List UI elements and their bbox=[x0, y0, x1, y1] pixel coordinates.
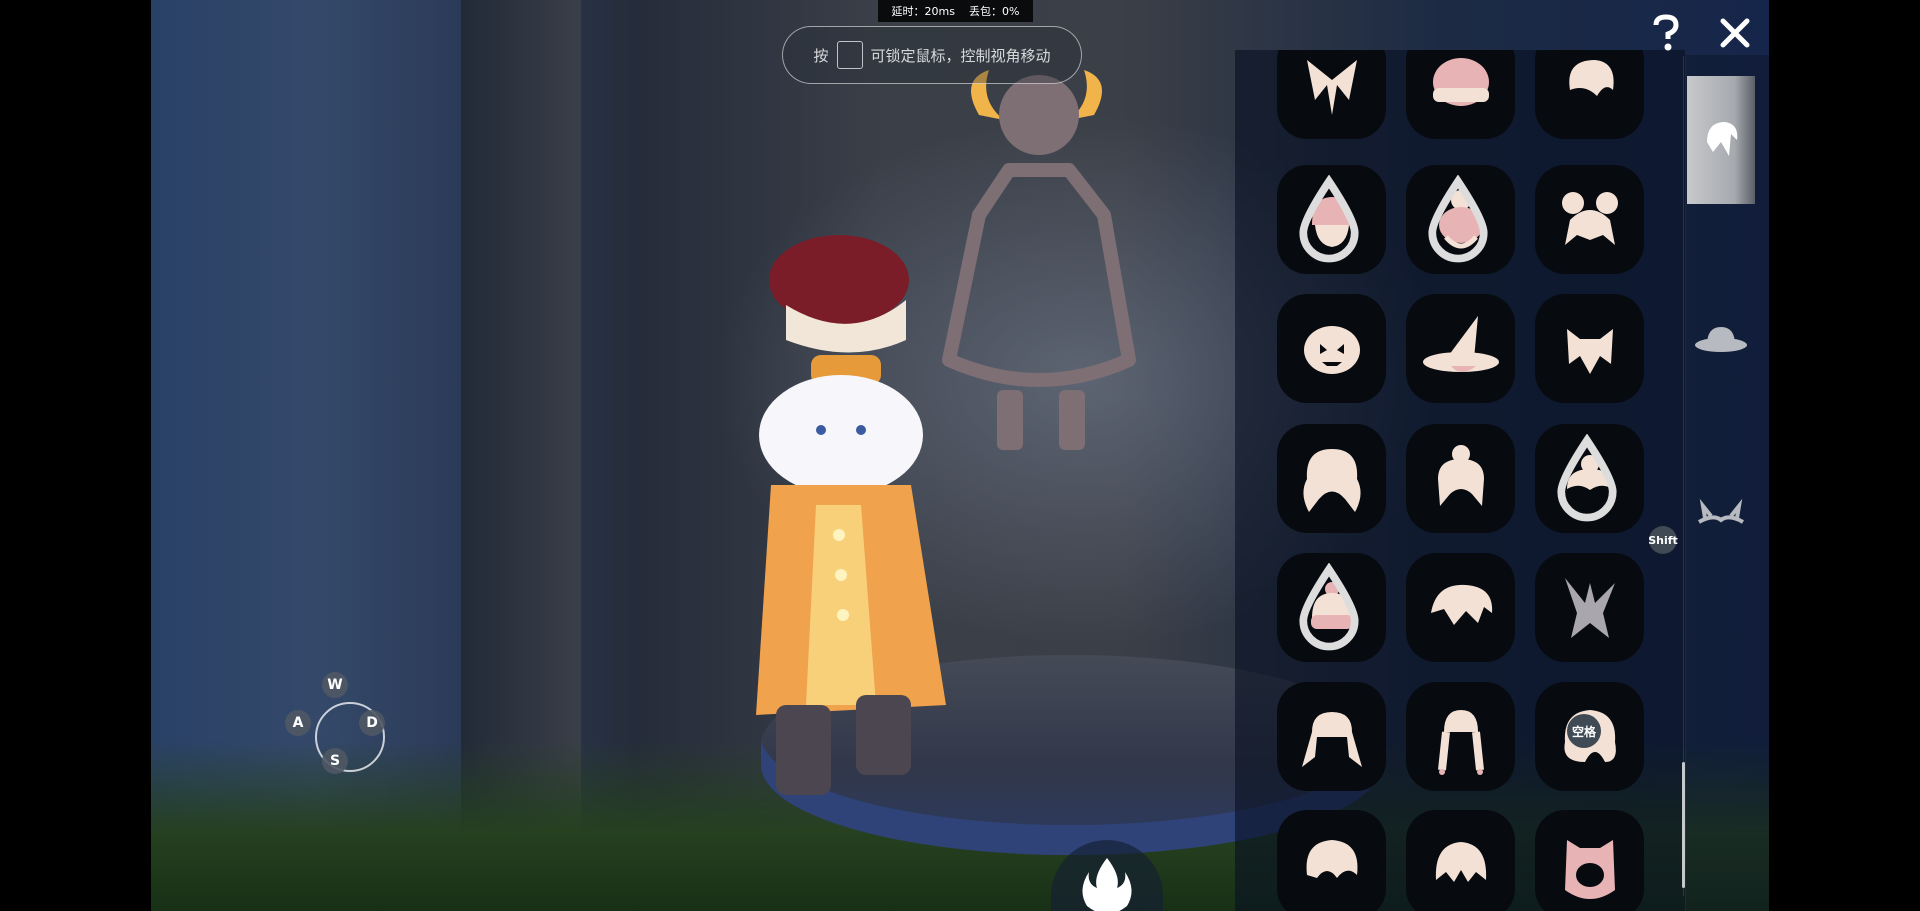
help-button[interactable] bbox=[1645, 12, 1687, 54]
hair-pumpkin-hat-icon bbox=[1303, 325, 1360, 374]
closet-slot[interactable] bbox=[1277, 165, 1386, 274]
hair-pink-beanie-icon bbox=[1432, 57, 1489, 106]
closet-slot[interactable] bbox=[1535, 294, 1644, 403]
closet-slot[interactable] bbox=[1406, 810, 1515, 911]
hair-braids-icon bbox=[1437, 709, 1484, 775]
closet-slot[interactable] bbox=[1535, 50, 1644, 139]
droplet-icon bbox=[1299, 563, 1359, 651]
closet-slot[interactable] bbox=[1406, 165, 1515, 274]
closet-slot[interactable] bbox=[1277, 50, 1386, 139]
closet-slot[interactable] bbox=[1277, 424, 1386, 533]
close-button[interactable] bbox=[1714, 12, 1756, 54]
key-d[interactable]: D bbox=[359, 710, 385, 736]
hair-bob-fringe-icon bbox=[1435, 841, 1486, 882]
grid-row: 空格 bbox=[1277, 682, 1644, 791]
closet-slot[interactable] bbox=[1406, 682, 1515, 791]
closet-slot[interactable] bbox=[1535, 810, 1644, 911]
grid-row bbox=[1277, 294, 1644, 403]
droplet-icon bbox=[1428, 175, 1488, 263]
closet-scrollbar[interactable] bbox=[1682, 762, 1685, 888]
hair-curly-short-icon bbox=[1306, 839, 1357, 878]
network-stats: 延时：20ms 丢包：0% bbox=[878, 0, 1033, 22]
closet-slot[interactable] bbox=[1406, 50, 1515, 139]
hair-category-icon bbox=[1707, 122, 1738, 156]
question-icon bbox=[1653, 14, 1679, 51]
hair-double-buns-icon bbox=[1561, 191, 1618, 245]
hair-twin-tails-icon bbox=[1301, 711, 1362, 767]
grid-row bbox=[1277, 810, 1644, 911]
closet-slot[interactable] bbox=[1277, 294, 1386, 403]
hint-text: 可锁定鼠标，控制视角移动 bbox=[870, 46, 1051, 65]
grid-row bbox=[1277, 424, 1644, 533]
space-key-badge[interactable]: 空格 bbox=[1567, 714, 1601, 748]
latency-text: 延时：20ms bbox=[891, 5, 955, 18]
hair-short-swept-icon bbox=[1568, 59, 1614, 96]
droplet-icon bbox=[1557, 434, 1617, 522]
closet-slot[interactable] bbox=[1406, 553, 1515, 662]
hair-bunny-ears-icon bbox=[1564, 577, 1615, 638]
closet-slot[interactable] bbox=[1277, 682, 1386, 791]
shift-key-badge[interactable]: Shift bbox=[1648, 526, 1678, 554]
key-icon bbox=[836, 41, 863, 69]
closet-item-grid[interactable]: 空格 bbox=[1277, 50, 1667, 911]
movement-keys: W A D S bbox=[285, 672, 391, 778]
player-character bbox=[756, 235, 946, 795]
packet-loss-text: 丢包：0% bbox=[969, 5, 1020, 18]
hair-cat-ears-icon bbox=[1566, 328, 1613, 374]
closet-slot[interactable]: 空格 bbox=[1535, 682, 1644, 791]
closet-slot[interactable] bbox=[1406, 424, 1515, 533]
closet-slot[interactable] bbox=[1535, 553, 1644, 662]
closet-slot[interactable] bbox=[1406, 294, 1515, 403]
hair-witch-hat-icon bbox=[1422, 315, 1499, 372]
flame-icon bbox=[1082, 858, 1132, 911]
mouse-lock-hint: 按 可锁定鼠标，控制视角移动 bbox=[782, 26, 1082, 84]
grid-row bbox=[1277, 553, 1644, 662]
key-w[interactable]: W bbox=[322, 672, 348, 698]
hair-tied-ribbon-icon bbox=[1306, 59, 1357, 115]
hat-category-icon bbox=[1695, 327, 1747, 352]
hair-updo-icon bbox=[1437, 444, 1484, 506]
closet-slot[interactable] bbox=[1277, 810, 1386, 911]
closet-slot[interactable] bbox=[1535, 424, 1644, 533]
droplet-icon bbox=[1299, 175, 1359, 263]
tab-hair[interactable] bbox=[1687, 76, 1755, 204]
hair-pink-hood-icon bbox=[1564, 839, 1615, 899]
closet-slot[interactable] bbox=[1535, 165, 1644, 274]
tab-hats[interactable] bbox=[1687, 275, 1755, 403]
grid-row bbox=[1277, 50, 1644, 139]
closet-slot[interactable] bbox=[1277, 553, 1386, 662]
hair-long-wavy-icon bbox=[1302, 448, 1361, 512]
hair-messy-long-icon bbox=[1430, 584, 1492, 625]
close-icon bbox=[1720, 18, 1750, 48]
horn-category-icon bbox=[1698, 498, 1744, 524]
key-s[interactable]: S bbox=[322, 748, 348, 774]
grid-row bbox=[1277, 165, 1644, 274]
hint-prefix: 按 bbox=[813, 46, 829, 65]
key-a[interactable]: A bbox=[285, 710, 311, 736]
tab-horns[interactable] bbox=[1687, 452, 1755, 580]
